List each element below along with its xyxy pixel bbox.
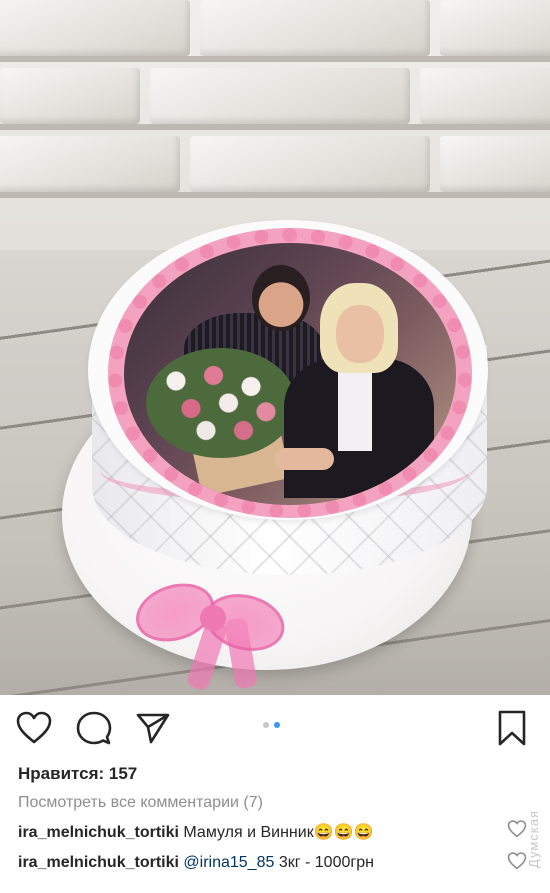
- brick: [190, 136, 430, 192]
- comment-like-button[interactable]: [507, 852, 527, 872]
- comment-username[interactable]: ira_melnichuk_tortiki: [18, 854, 179, 871]
- flower-bouquet: [146, 348, 296, 458]
- comment-bubble-icon: [76, 711, 112, 745]
- hand: [274, 448, 334, 470]
- comment-row: ira_melnichuk_tortiki @irina15_85 3кг - …: [18, 854, 374, 872]
- comment-mention[interactable]: @irina15_85: [183, 854, 274, 871]
- save-button[interactable]: [492, 708, 532, 748]
- bow-knot: [200, 605, 226, 631]
- carousel-dot-active: [274, 722, 280, 728]
- post-photo[interactable]: [0, 0, 550, 695]
- watermark: Думская: [526, 810, 541, 869]
- share-button[interactable]: [133, 708, 173, 748]
- comment-text: Мамуля и Винник: [183, 824, 314, 841]
- edible-photo-print: [124, 243, 456, 505]
- comment-button[interactable]: [74, 708, 114, 748]
- likes-count[interactable]: Нравится: 157: [18, 764, 137, 784]
- carousel-indicator: [263, 722, 280, 728]
- woman-head: [252, 265, 310, 331]
- comment-emoji: 😄😄😄: [313, 824, 374, 841]
- comment-username[interactable]: ira_melnichuk_tortiki: [18, 824, 179, 841]
- like-button[interactable]: [14, 708, 54, 748]
- man-face: [336, 305, 384, 363]
- carousel-dot: [263, 722, 269, 728]
- bookmark-icon: [498, 710, 526, 746]
- brick: [440, 0, 550, 56]
- brick: [0, 136, 180, 192]
- brick: [0, 68, 140, 124]
- paper-plane-icon: [136, 713, 170, 744]
- man-shirt: [338, 361, 372, 451]
- brick: [420, 68, 550, 124]
- brick: [200, 0, 430, 56]
- brick: [150, 68, 410, 124]
- heart-icon: [507, 820, 527, 838]
- comment-text: 3кг - 1000грн: [278, 854, 374, 871]
- heart-icon: [16, 711, 52, 744]
- heart-icon: [507, 852, 527, 870]
- brick: [440, 136, 550, 192]
- comment-like-button[interactable]: [507, 820, 527, 840]
- view-all-comments-link[interactable]: Посмотреть все комментарии (7): [18, 794, 263, 812]
- brick: [0, 0, 190, 56]
- comment-row: ira_melnichuk_tortiki Мамуля и Винник😄😄😄: [18, 822, 373, 842]
